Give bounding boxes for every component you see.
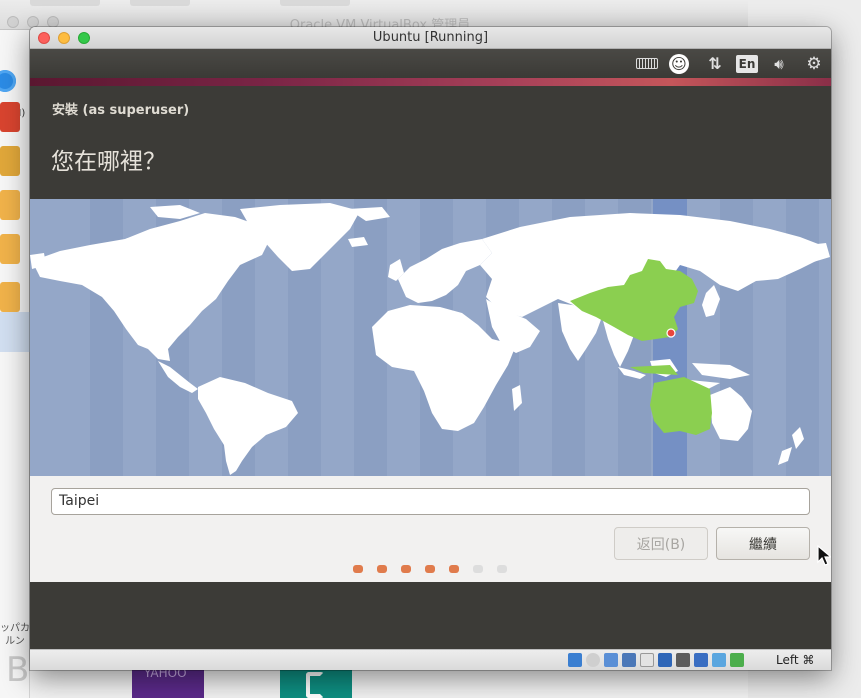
keyboard-icon[interactable] (634, 49, 660, 78)
timezone-map[interactable] (30, 199, 831, 476)
desktop-wallpaper-strip (30, 78, 831, 92)
vm-window-title: Ubuntu [Running] (372, 30, 489, 45)
manager-toolbar-tab[interactable] (130, 0, 190, 6)
vm-list-item[interactable] (0, 282, 20, 312)
power-icon[interactable]: ⚙ (802, 49, 826, 78)
dock-yahoo-icon[interactable]: YAHOO (132, 668, 204, 698)
network-icon[interactable]: ⇅ (702, 49, 728, 78)
virtualbox-status-bar: Left ⌘ (30, 649, 831, 670)
vm-list-item-selected[interactable] (0, 312, 30, 352)
back-button[interactable]: 返回(B) (614, 527, 708, 560)
vm-list-item[interactable] (0, 146, 20, 176)
host-key-indicator: Left ⌘ (776, 653, 815, 667)
progress-dot (449, 565, 459, 573)
ubuntu-vm-window: Ubuntu [Running] ☺ ⇅ En 🔊︎ ⚙ 安裝 (as supe… (30, 27, 831, 670)
progress-dot (497, 565, 507, 573)
new-vm-gear-icon[interactable] (0, 70, 16, 92)
shared-folders-icon[interactable] (658, 653, 672, 667)
sidebar-label: ッパカルン (0, 623, 30, 647)
mouse-cursor-icon (817, 545, 831, 566)
installer-progress-dots (353, 565, 507, 573)
continue-button[interactable]: 繼續 (716, 527, 810, 560)
world-map[interactable] (30, 199, 831, 476)
vm-list-sidebar[interactable]: 增(N) ッパカルン (0, 30, 30, 698)
page-title: 您在哪裡？ (51, 149, 166, 175)
progress-dot (425, 565, 435, 573)
volume-icon[interactable]: 🔊︎ (766, 49, 792, 78)
dock-app-letter: B (6, 650, 30, 690)
progress-dot (353, 565, 363, 573)
vm-list-item[interactable] (0, 102, 20, 132)
progress-dot (377, 565, 387, 573)
installer-title: 安裝 (as superuser) (52, 103, 190, 118)
progress-dot (401, 565, 411, 573)
location-input[interactable]: Taipei (51, 488, 810, 515)
video-capture-icon[interactable] (694, 653, 708, 667)
vm-list-item[interactable] (0, 234, 20, 264)
ubuntu-top-panel: ☺ ⇅ En 🔊︎ ⚙ (30, 49, 831, 78)
usb-icon[interactable] (640, 653, 654, 667)
hard-disk-icon[interactable] (568, 653, 582, 667)
installer-dialog: 安裝 (as superuser) 您在哪裡？ Taipei 返回(B) 繼續 (30, 92, 831, 670)
language-icon[interactable]: En (735, 49, 759, 78)
network-adapter-icon[interactable] (622, 653, 636, 667)
virtualization-icon[interactable] (712, 653, 726, 667)
manager-titlebar: Oracle VM VirtualBox 管理員 (0, 0, 748, 33)
device-status-icons (568, 653, 744, 667)
vm-titlebar: Ubuntu [Running] (30, 27, 831, 49)
manager-toolbar-tab[interactable] (30, 0, 100, 6)
audio-icon[interactable] (604, 653, 618, 667)
dock-app-icon[interactable] (280, 668, 352, 698)
optical-drive-icon[interactable] (586, 653, 600, 667)
display-icon[interactable] (676, 653, 690, 667)
vm-list-item[interactable] (0, 190, 20, 220)
location-pin-icon (666, 328, 676, 338)
manager-toolbar-tab[interactable] (280, 0, 350, 6)
mouse-integration-icon[interactable] (730, 653, 744, 667)
accessibility-icon[interactable]: ☺ (668, 49, 690, 78)
installer-header: 安裝 (as superuser) 您在哪裡？ (30, 92, 831, 199)
progress-dot (473, 565, 483, 573)
